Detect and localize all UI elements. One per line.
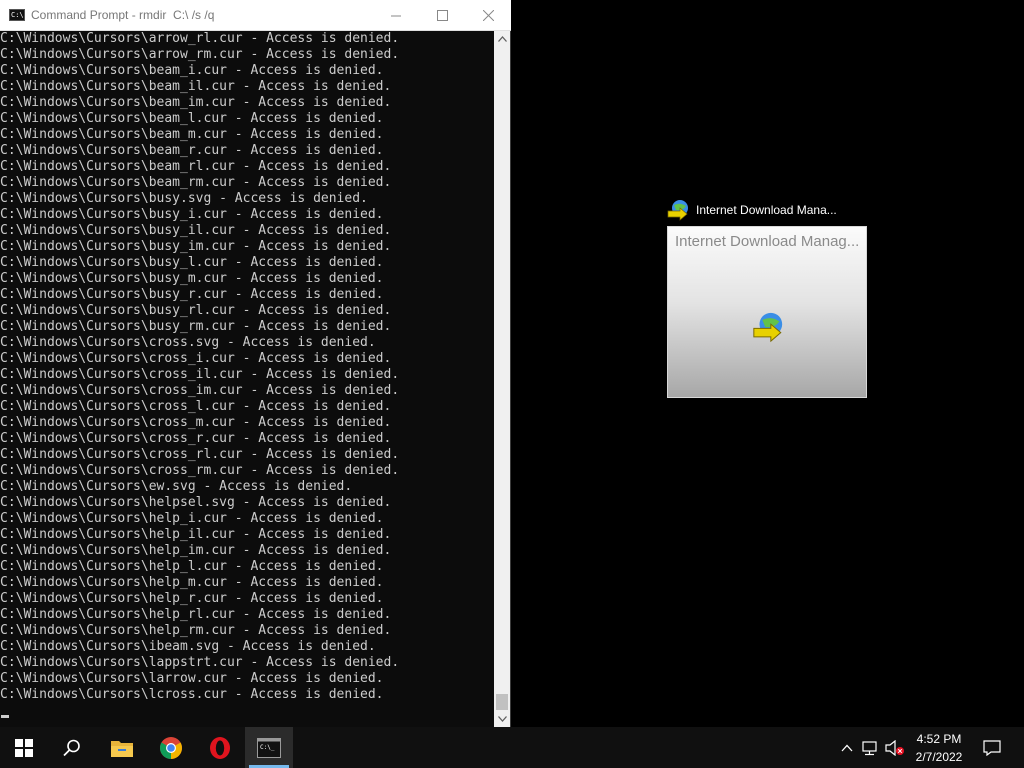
console-line: C:\Windows\Cursors\cross_l.cur - Access … bbox=[0, 399, 392, 414]
window-titlebar[interactable]: C:\ Command Prompt - rmdir C:\ /s /q bbox=[0, 0, 511, 31]
console-line: C:\Windows\Cursors\help_il.cur - Access … bbox=[0, 527, 392, 542]
command-prompt-icon: C:\_ bbox=[257, 737, 281, 758]
clock-time[interactable]: 4:52 PM bbox=[906, 732, 972, 746]
maximize-icon bbox=[436, 10, 448, 21]
idm-thumbnail-title: Internet Download Manag... bbox=[675, 233, 860, 250]
console-line: C:\Windows\Cursors\arrow_rm.cur - Access… bbox=[0, 47, 400, 62]
volume-muted-icon bbox=[885, 739, 904, 756]
text-cursor bbox=[1, 715, 9, 718]
console-line: C:\Windows\Cursors\help_im.cur - Access … bbox=[0, 543, 392, 558]
console-line: C:\Windows\Cursors\beam_l.cur - Access i… bbox=[0, 111, 384, 126]
console-line: C:\Windows\Cursors\arrow_rl.cur - Access… bbox=[0, 31, 400, 46]
chevron-up-icon bbox=[497, 36, 507, 42]
maximize-button[interactable] bbox=[419, 0, 465, 31]
taskbar-command-prompt[interactable]: C:\_ bbox=[245, 727, 293, 768]
console-output[interactable]: C:\Windows\Cursors\arrow_rl.cur - Access… bbox=[0, 31, 494, 727]
scroll-thumb[interactable] bbox=[496, 694, 508, 710]
console-line: C:\Windows\Cursors\busy_r.cur - Access i… bbox=[0, 287, 384, 302]
idm-preview-header[interactable]: Internet Download Mana... bbox=[666, 198, 837, 222]
console-line: C:\Windows\Cursors\help_i.cur - Access i… bbox=[0, 511, 384, 526]
console-line: C:\Windows\Cursors\cross_il.cur - Access… bbox=[0, 367, 400, 382]
window-title: Command Prompt - rmdir C:\ /s /q bbox=[31, 8, 215, 22]
console-line: C:\Windows\Cursors\beam_i.cur - Access i… bbox=[0, 63, 384, 78]
taskbar-file-explorer[interactable] bbox=[98, 727, 146, 768]
console-line: C:\Windows\Cursors\lappstrt.cur - Access… bbox=[0, 655, 400, 670]
console-line: C:\Windows\Cursors\ew.svg - Access is de… bbox=[0, 479, 353, 494]
idm-logo-icon bbox=[753, 312, 783, 343]
console-line: C:\Windows\Cursors\helpsel.svg - Access … bbox=[0, 495, 392, 510]
minimize-icon bbox=[391, 15, 401, 16]
taskbar-chrome[interactable] bbox=[147, 727, 195, 768]
search-button[interactable] bbox=[48, 727, 96, 768]
console-line: C:\Windows\Cursors\help_r.cur - Access i… bbox=[0, 591, 384, 606]
notification-icon bbox=[983, 739, 1001, 756]
close-button[interactable] bbox=[465, 0, 511, 31]
console-line: C:\Windows\Cursors\cross_i.cur - Access … bbox=[0, 351, 392, 366]
command-prompt-app-icon: C:\ bbox=[9, 9, 25, 21]
chrome-icon bbox=[160, 736, 182, 759]
console-line: C:\Windows\Cursors\beam_im.cur - Access … bbox=[0, 95, 392, 110]
console-line: C:\Windows\Cursors\cross_m.cur - Access … bbox=[0, 415, 392, 430]
chevron-down-icon bbox=[497, 716, 507, 722]
scroll-up-button[interactable] bbox=[494, 31, 510, 47]
console-line: C:\Windows\Cursors\ibeam.svg - Access is… bbox=[0, 639, 376, 654]
idm-window-thumbnail[interactable]: Internet Download Manag... bbox=[667, 226, 867, 398]
file-explorer-icon bbox=[111, 740, 133, 757]
console-line: C:\Windows\Cursors\busy_rl.cur - Access … bbox=[0, 303, 392, 318]
console-line: C:\Windows\Cursors\busy_m.cur - Access i… bbox=[0, 271, 384, 286]
scroll-down-button[interactable] bbox=[494, 711, 510, 727]
start-button[interactable] bbox=[0, 727, 48, 768]
console-line: C:\Windows\Cursors\cross_r.cur - Access … bbox=[0, 431, 392, 446]
volume-tray-button[interactable] bbox=[884, 727, 906, 768]
console-line: C:\Windows\Cursors\busy_l.cur - Access i… bbox=[0, 255, 384, 270]
console-line: C:\Windows\Cursors\help_rl.cur - Access … bbox=[0, 607, 392, 622]
search-icon bbox=[63, 739, 80, 756]
console-line: C:\Windows\Cursors\beam_rl.cur - Access … bbox=[0, 159, 392, 174]
console-line: C:\Windows\Cursors\lcross.cur - Access i… bbox=[0, 687, 384, 702]
console-line: C:\Windows\Cursors\busy.svg - Access is … bbox=[0, 191, 368, 206]
idm-icon bbox=[667, 200, 688, 221]
console-line: C:\Windows\Cursors\help_rm.cur - Access … bbox=[0, 623, 392, 638]
minimize-button[interactable] bbox=[373, 0, 419, 31]
console-line: C:\Windows\Cursors\busy_il.cur - Access … bbox=[0, 223, 392, 238]
show-hidden-icons-button[interactable] bbox=[836, 727, 858, 768]
command-prompt-window[interactable]: C:\ Command Prompt - rmdir C:\ /s /q C:\… bbox=[0, 0, 511, 727]
clock-date[interactable]: 2/7/2022 bbox=[906, 750, 972, 764]
console-line: C:\Windows\Cursors\beam_r.cur - Access i… bbox=[0, 143, 384, 158]
network-icon bbox=[862, 740, 877, 755]
console-line: C:\Windows\Cursors\busy_rm.cur - Access … bbox=[0, 319, 392, 334]
console-line: C:\Windows\Cursors\help_l.cur - Access i… bbox=[0, 559, 384, 574]
console-line: C:\Windows\Cursors\cross_im.cur - Access… bbox=[0, 383, 400, 398]
console-line: C:\Windows\Cursors\larrow.cur - Access i… bbox=[0, 671, 384, 686]
console-line: C:\Windows\Cursors\help_m.cur - Access i… bbox=[0, 575, 384, 590]
console-line: C:\Windows\Cursors\beam_il.cur - Access … bbox=[0, 79, 392, 94]
close-icon bbox=[482, 10, 494, 21]
console-line: C:\Windows\Cursors\beam_m.cur - Access i… bbox=[0, 127, 384, 142]
opera-icon bbox=[210, 736, 230, 759]
taskbar: C:\_ 4:52 PM 2/7/2022 bbox=[0, 727, 1024, 768]
action-center-button[interactable] bbox=[974, 727, 1010, 768]
console-line: C:\Windows\Cursors\busy_im.cur - Access … bbox=[0, 239, 392, 254]
console-line: C:\Windows\Cursors\busy_i.cur - Access i… bbox=[0, 207, 384, 222]
idm-preview-label: Internet Download Mana... bbox=[696, 203, 837, 217]
network-tray-button[interactable] bbox=[860, 727, 882, 768]
console-line: C:\Windows\Cursors\cross_rm.cur - Access… bbox=[0, 463, 400, 478]
console-line: C:\Windows\Cursors\cross.svg - Access is… bbox=[0, 335, 376, 350]
console-line: C:\Windows\Cursors\cross_rl.cur - Access… bbox=[0, 447, 400, 462]
console-line: C:\Windows\Cursors\beam_rm.cur - Access … bbox=[0, 175, 392, 190]
chevron-up-icon bbox=[841, 744, 853, 751]
windows-start-icon bbox=[15, 738, 33, 757]
svg-text:C:\_: C:\_ bbox=[260, 744, 275, 751]
vertical-scrollbar[interactable] bbox=[494, 31, 510, 727]
taskbar-opera[interactable] bbox=[196, 727, 244, 768]
